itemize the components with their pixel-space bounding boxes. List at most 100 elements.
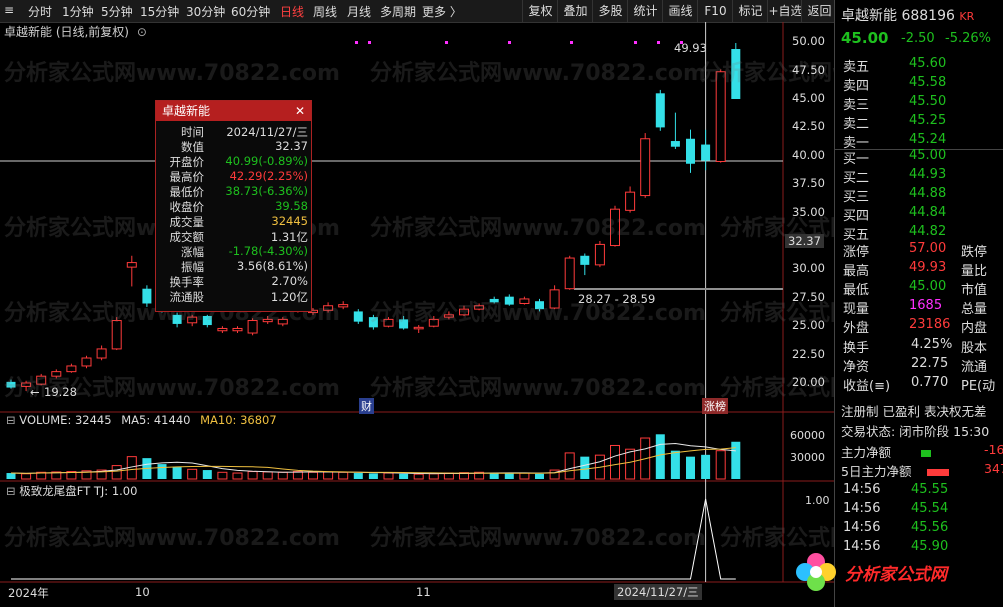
candle-body: [399, 319, 409, 329]
candle-body: [66, 365, 77, 373]
tooltip-key: 时间: [181, 125, 204, 139]
volume-bar: [6, 473, 16, 479]
volume-bar: [247, 471, 258, 480]
candle-body: [142, 288, 152, 304]
ask-price: 45.60: [909, 56, 947, 71]
stat-label-2: PE(动: [961, 379, 996, 394]
ask-price: 45.58: [909, 75, 947, 90]
tooltip-title: 卓越新能: [162, 104, 211, 118]
price-tick: 45.00: [792, 91, 825, 105]
price-tick: 20.00: [792, 375, 825, 389]
price-tick: 27.50: [792, 289, 825, 304]
volume-bar: [428, 473, 439, 480]
candle-body: [731, 49, 741, 99]
ma10-value: MA10: 36807: [200, 413, 277, 427]
tooltip-value: 39.58: [275, 199, 308, 213]
collapse-icon[interactable]: ⊟: [6, 484, 16, 498]
stat-label-2: 内盘: [961, 321, 988, 336]
candle-body: [640, 138, 651, 197]
candle-body: [338, 304, 349, 308]
stat-label: 涨停: [843, 245, 870, 260]
candle-body: [383, 318, 394, 327]
crosshair-price-label: 32.37: [785, 234, 824, 249]
collapse-icon[interactable]: ⊟: [6, 413, 16, 427]
tick-time: 14:56: [843, 539, 881, 554]
candle-body: [580, 255, 590, 265]
candle-body: [625, 191, 636, 211]
signal-dot: [445, 41, 448, 44]
tooltip-row: 最高价 42.29(2.25%): [156, 169, 310, 184]
ask-price: 45.50: [909, 94, 947, 109]
tooltip-value: 32.37: [275, 139, 308, 153]
signal-dot: [368, 41, 371, 44]
date-axis-cursor: 2024/11/27/三: [614, 584, 702, 600]
range-label: 28.27 - 28.59: [578, 292, 656, 306]
volume-bar: [21, 473, 32, 480]
candle-body: [247, 320, 258, 334]
candle-body: [610, 208, 620, 247]
volume-bar: [399, 473, 409, 479]
indicator-header: ⊟ 极致龙尾盘FT TJ: 1.00: [6, 483, 137, 499]
volume-bar: [338, 471, 349, 480]
volume-axis-60000: 60000: [790, 429, 825, 442]
volume-bar: [187, 468, 198, 480]
stat-value: 57.00: [909, 241, 947, 256]
tooltip-key: 流通股: [169, 290, 205, 304]
candle-body: [504, 296, 514, 305]
tooltip-row: 涨幅 -1.78(-4.30%): [156, 244, 310, 259]
ask-label: 卖三: [843, 98, 870, 113]
stat-label: 净资: [843, 360, 870, 375]
volume-bar: [610, 444, 620, 480]
signal-dot: [634, 41, 637, 44]
candle-body: [187, 316, 198, 324]
tick-price: 45.56: [911, 520, 949, 535]
price-change-pct: -5.26%: [945, 31, 991, 46]
volume-bar: [157, 464, 167, 479]
tooltip-row: 数值 32.37: [156, 139, 310, 154]
volume-value: VOLUME: 32445: [19, 413, 112, 427]
stat-label: 外盘: [843, 321, 870, 336]
candle-body: [443, 314, 454, 318]
tooltip-row: 成交量 32445: [156, 214, 310, 229]
tick-time: 14:56: [843, 520, 881, 535]
stat-label: 现量: [843, 302, 870, 317]
tooltip-value: 42.29(2.25%): [229, 169, 308, 183]
stat-label-2: 跌停: [961, 245, 988, 260]
volume-bar: [368, 473, 378, 479]
bid-price: 44.88: [909, 186, 947, 201]
volume-bar: [353, 473, 363, 479]
tick-time: 14:56: [843, 482, 881, 497]
candle-body: [686, 138, 695, 164]
candle-body: [353, 311, 363, 322]
stat-label: 最低: [843, 283, 870, 298]
close-icon[interactable]: ✕: [295, 101, 305, 121]
high-label: 49.93: [674, 41, 707, 55]
stat-label-2: 量比: [961, 264, 988, 279]
kline-chart[interactable]: [0, 0, 834, 607]
volume-bar: [564, 452, 575, 480]
volume-bar: [111, 465, 122, 480]
tooltip-value: 40.99(-0.89%): [225, 154, 308, 168]
volume-bar: [670, 450, 680, 479]
candle-body: [232, 327, 243, 332]
ask-label: 卖四: [843, 79, 870, 94]
candle-body: [535, 301, 544, 310]
volume-bar: [323, 471, 334, 480]
volume-bar: [504, 473, 514, 479]
main-flow-5d-value: 347: [984, 461, 1003, 476]
tooltip-row: 收盘价 39.58: [156, 199, 310, 214]
price-tick: 40.00: [792, 147, 825, 162]
bid-price: 45.00: [909, 148, 947, 163]
price-tick: 25.00: [792, 318, 825, 333]
ma5-value: MA5: 41440: [121, 413, 191, 427]
stat-value: 1685: [909, 298, 943, 313]
candle-body: [655, 93, 665, 128]
site-logo-text: 分析家公式网: [845, 565, 947, 585]
tooltip-value: 32445: [271, 214, 308, 228]
stock-code: 688196: [901, 8, 955, 24]
volume-bar: [383, 472, 394, 480]
bid-price: 44.93: [909, 167, 947, 182]
tick-price: 45.90: [911, 539, 949, 554]
tooltip-row: 成交额 1.31亿: [156, 229, 310, 244]
volume-bar: [655, 434, 665, 479]
